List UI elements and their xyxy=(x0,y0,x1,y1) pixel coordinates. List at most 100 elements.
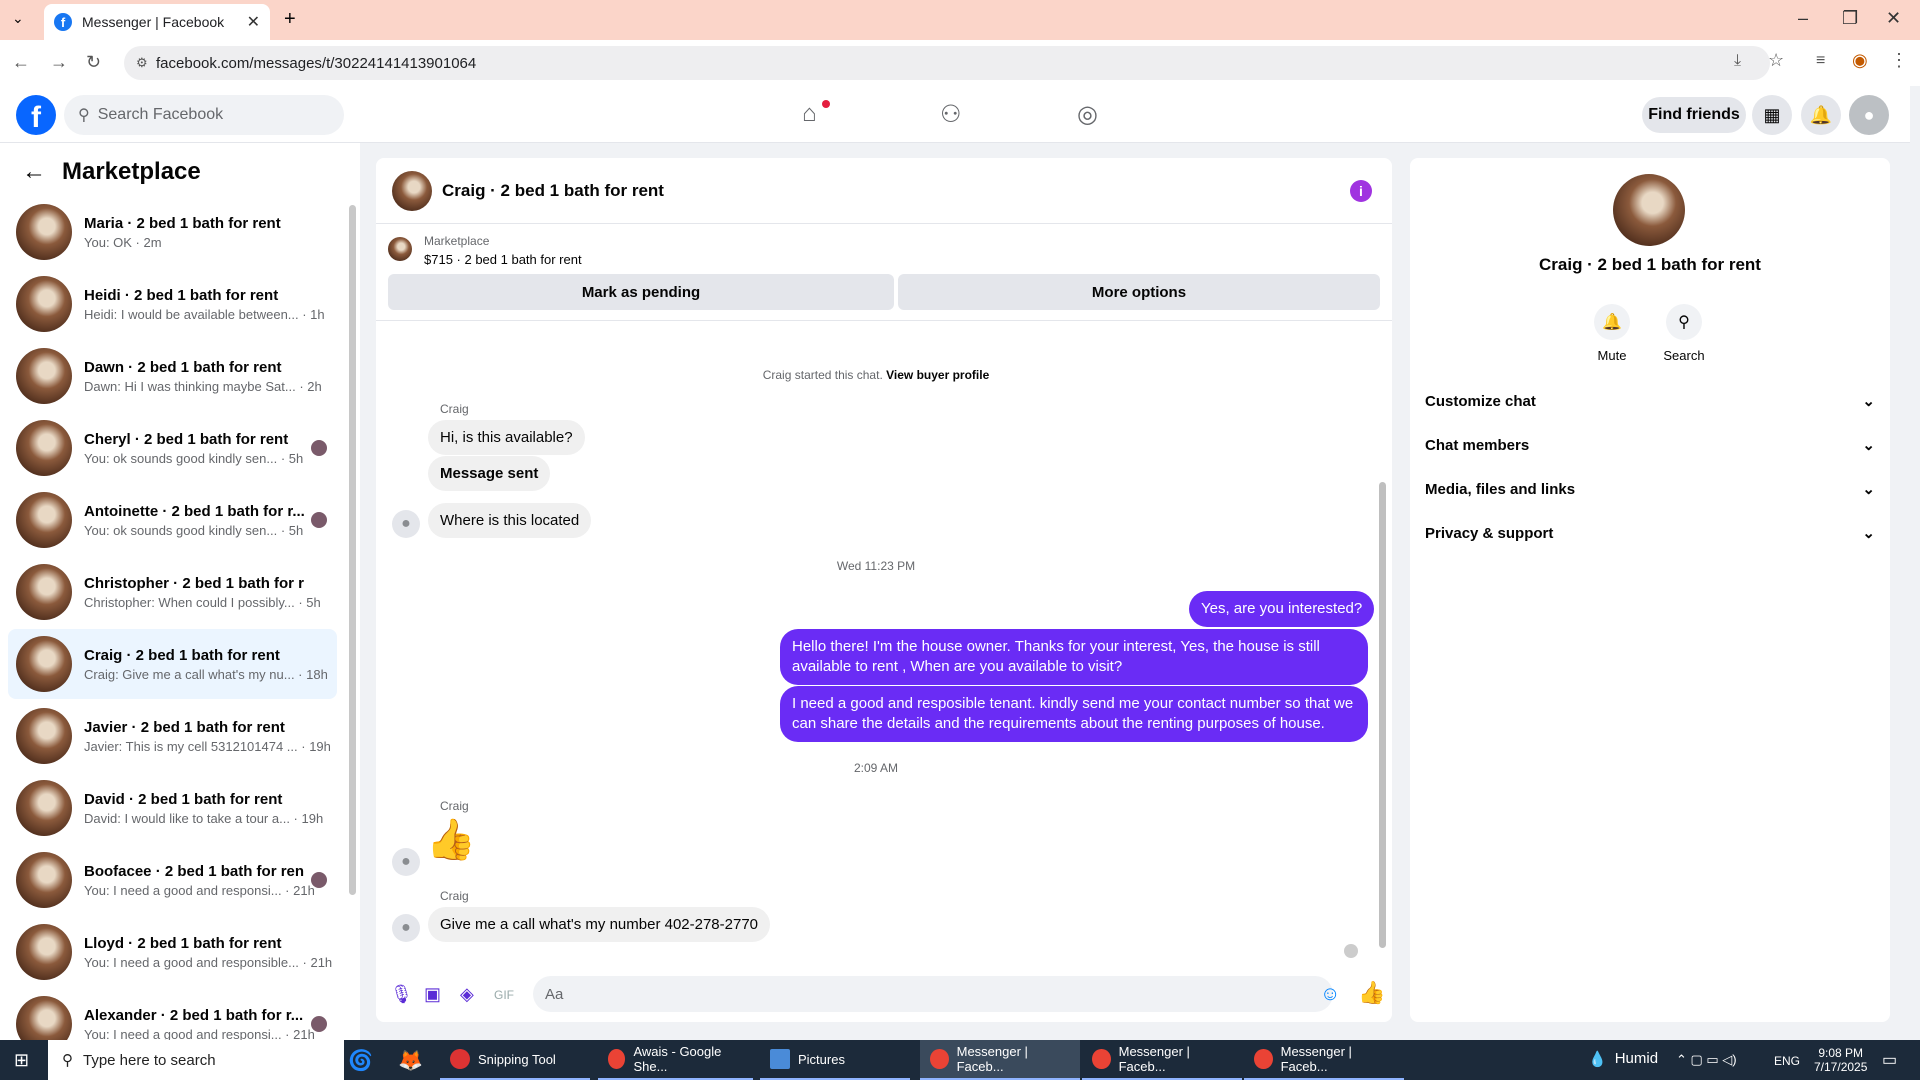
new-tab-icon[interactable]: + xyxy=(284,8,296,31)
outgoing-message[interactable]: I need a good and resposible tenant. kin… xyxy=(780,686,1368,742)
conversation-avatar xyxy=(16,564,72,620)
browser-menu-icon[interactable]: ⋮ xyxy=(1890,50,1908,71)
details-avatar[interactable] xyxy=(1613,174,1685,246)
minimize-icon[interactable]: – xyxy=(1798,8,1808,29)
chat-title[interactable]: Craig · 2 bed 1 bath for rent xyxy=(442,181,664,201)
more-options-button[interactable]: More options xyxy=(898,274,1380,310)
taskbar-app-sheets[interactable]: Awais - Google She... xyxy=(598,1040,753,1080)
conversation-item[interactable]: Heidi · 2 bed 1 bath for rent Heidi: I wo… xyxy=(8,269,337,339)
incoming-message[interactable]: Message sent xyxy=(428,456,551,491)
taskbar-app-messenger-3[interactable]: Messenger | Faceb... xyxy=(1244,1040,1404,1080)
search-chat-button[interactable]: ⚲ Search xyxy=(1644,304,1724,363)
taskbar-app-messenger-2[interactable]: Messenger | Faceb... xyxy=(1082,1040,1242,1080)
conversation-info: Antoinette · 2 bed 1 bath for r... You: o… xyxy=(84,503,304,538)
clock[interactable]: 9:08 PM 7/17/2025 xyxy=(1814,1046,1867,1074)
url-bar[interactable]: facebook.com/messages/t/3022414141390106… xyxy=(124,46,1770,80)
install-icon[interactable]: ⤓ xyxy=(1734,52,1741,70)
mute-button[interactable]: 🔔 Mute xyxy=(1572,304,1652,363)
info-icon[interactable]: i xyxy=(1350,180,1372,202)
maximize-icon[interactable]: ❐ xyxy=(1842,8,1858,29)
message-input[interactable]: Aa xyxy=(533,976,1333,1012)
sticker-icon[interactable]: ◈ xyxy=(460,984,474,1005)
conversation-list-scrollbar[interactable] xyxy=(349,205,356,895)
media-icon[interactable]: ≡ xyxy=(1816,52,1825,70)
close-window-icon[interactable]: ✕ xyxy=(1886,8,1901,29)
browser-tab[interactable]: f Messenger | Facebook ✕ xyxy=(44,4,270,40)
conversation-item[interactable]: Antoinette · 2 bed 1 bath for r... You: o… xyxy=(8,485,337,555)
privacy-support-section[interactable]: Privacy & support ⌄ xyxy=(1425,513,1875,553)
conversation-item[interactable]: Lloyd · 2 bed 1 bath for rent You: I need… xyxy=(8,917,337,987)
conversation-item[interactable]: Maria · 2 bed 1 bath for rent You: OK · 2… xyxy=(8,197,337,267)
conversation-item[interactable]: Dawn · 2 bed 1 bath for rent Dawn: Hi I w… xyxy=(8,341,337,411)
groups-icon[interactable]: ◎ xyxy=(1077,100,1098,129)
conversation-name: Boofacee · 2 bed 1 bath for rent xyxy=(84,862,304,880)
weather-widget[interactable]: 💧 Humid xyxy=(1588,1050,1658,1068)
menu-grid-icon[interactable]: ▦ xyxy=(1752,95,1792,135)
notification-center-icon[interactable]: ▭ xyxy=(1882,1050,1897,1070)
chat-avatar[interactable] xyxy=(392,170,432,211)
edge-icon[interactable]: 🌀 xyxy=(348,1048,373,1073)
notifications-bell-icon[interactable]: 🔔 xyxy=(1801,95,1841,135)
search-label: Search xyxy=(1663,348,1705,363)
listing-price[interactable]: $715 · 2 bed 1 bath for rent xyxy=(424,252,582,267)
taskbar-app-messenger-1[interactable]: Messenger | Faceb... xyxy=(920,1040,1080,1080)
conversation-info: Craig · 2 bed 1 bath for rent Craig: Give… xyxy=(84,646,328,682)
incoming-message[interactable]: Give me a call what's my number 402-278-… xyxy=(428,907,771,942)
incoming-message[interactable]: Hi, is this available? xyxy=(428,420,585,455)
conversation-name: Christopher · 2 bed 1 bath for rent xyxy=(84,574,304,592)
search-icon: ⚲ xyxy=(78,107,90,124)
microphone-icon[interactable]: 🎙 xyxy=(390,984,413,1005)
forward-icon[interactable]: → xyxy=(50,52,68,73)
chat-scrollbar[interactable] xyxy=(1379,482,1386,948)
language-indicator[interactable]: ENG xyxy=(1774,1054,1800,1068)
media-files-links-section[interactable]: Media, files and links ⌄ xyxy=(1425,469,1875,509)
conversation-item[interactable]: Javier · 2 bed 1 bath for rent Javier: Th… xyxy=(8,701,337,771)
firefox-icon[interactable]: 🦊 xyxy=(398,1048,423,1073)
close-tab-icon[interactable]: ✕ xyxy=(247,12,260,32)
bookmark-star-icon[interactable]: ☆ xyxy=(1768,50,1784,71)
friends-icon[interactable]: ⚇ xyxy=(940,100,962,129)
home-icon[interactable]: ⌂ xyxy=(802,100,817,128)
conversation-item[interactable]: Christopher · 2 bed 1 bath for rent Chris… xyxy=(8,557,337,627)
conversation-name: Cheryl · 2 bed 1 bath for rent xyxy=(84,430,289,448)
tray-icons[interactable]: ⌃ ▢ ▭ ◁) xyxy=(1676,1052,1737,1068)
gif-icon[interactable]: GIF xyxy=(494,988,514,1002)
back-icon[interactable]: ← xyxy=(12,52,30,73)
conversation-item[interactable]: Craig · 2 bed 1 bath for rent Craig: Give… xyxy=(8,629,337,699)
outgoing-message[interactable]: Yes, are you interested? xyxy=(1189,591,1375,627)
send-like-icon[interactable]: 👍 xyxy=(1358,980,1385,1006)
taskbar-search-input[interactable]: ⚲ Type here to search xyxy=(48,1040,344,1080)
taskbar-app-pictures[interactable]: Pictures xyxy=(760,1040,910,1080)
conversation-avatar xyxy=(16,852,72,908)
emoji-icon[interactable]: ☺ xyxy=(1320,983,1340,1006)
chrome-icon xyxy=(930,1049,949,1069)
conversation-name: Craig · 2 bed 1 bath for rent xyxy=(84,646,280,664)
account-avatar-icon[interactable]: ● xyxy=(1849,95,1889,135)
section-label: Customize chat xyxy=(1425,392,1536,410)
tab-list-icon[interactable]: ⌄ xyxy=(12,10,24,27)
incoming-message[interactable]: Where is this located xyxy=(428,503,592,538)
photo-icon[interactable]: ▣ xyxy=(424,984,441,1005)
conversation-item[interactable]: David · 2 bed 1 bath for rent David: I wo… xyxy=(8,773,337,843)
app-label: Messenger | Faceb... xyxy=(956,1044,1028,1074)
conversation-info: Heidi · 2 bed 1 bath for rent Heidi: I wo… xyxy=(84,287,325,322)
windows-start-icon[interactable]: ⊞ xyxy=(14,1050,29,1071)
facebook-search-input[interactable]: ⚲ Search Facebook xyxy=(64,95,344,135)
view-buyer-profile-link[interactable]: View buyer profile xyxy=(886,368,989,382)
reload-icon[interactable]: ↻ xyxy=(86,52,101,73)
profile-icon[interactable]: ◉ xyxy=(1852,50,1868,71)
chat-members-section[interactable]: Chat members ⌄ xyxy=(1425,425,1875,465)
site-info-icon[interactable]: ⚙ xyxy=(136,55,148,71)
back-arrow-icon[interactable]: ← xyxy=(22,158,46,186)
outgoing-message[interactable]: Hello there! I'm the house owner. Thanks… xyxy=(780,629,1368,685)
taskbar-app-snipping[interactable]: Snipping Tool xyxy=(440,1040,590,1080)
conversation-item[interactable]: Cheryl · 2 bed 1 bath for rent You: ok so… xyxy=(8,413,337,483)
facebook-logo-icon[interactable]: f xyxy=(16,95,56,135)
conversation-preview: You: ok sounds good kindly sen... · 5h xyxy=(84,522,304,538)
thumbs-up-icon[interactable]: 👍 xyxy=(426,816,476,863)
mark-as-pending-button[interactable]: Mark as pending xyxy=(388,274,894,310)
conversation-item[interactable]: Boofacee · 2 bed 1 bath for rent You: I n… xyxy=(8,845,337,915)
customize-chat-section[interactable]: Customize chat ⌄ xyxy=(1425,381,1875,421)
search-placeholder: Search Facebook xyxy=(97,106,224,123)
find-friends-button[interactable]: Find friends xyxy=(1642,97,1746,133)
